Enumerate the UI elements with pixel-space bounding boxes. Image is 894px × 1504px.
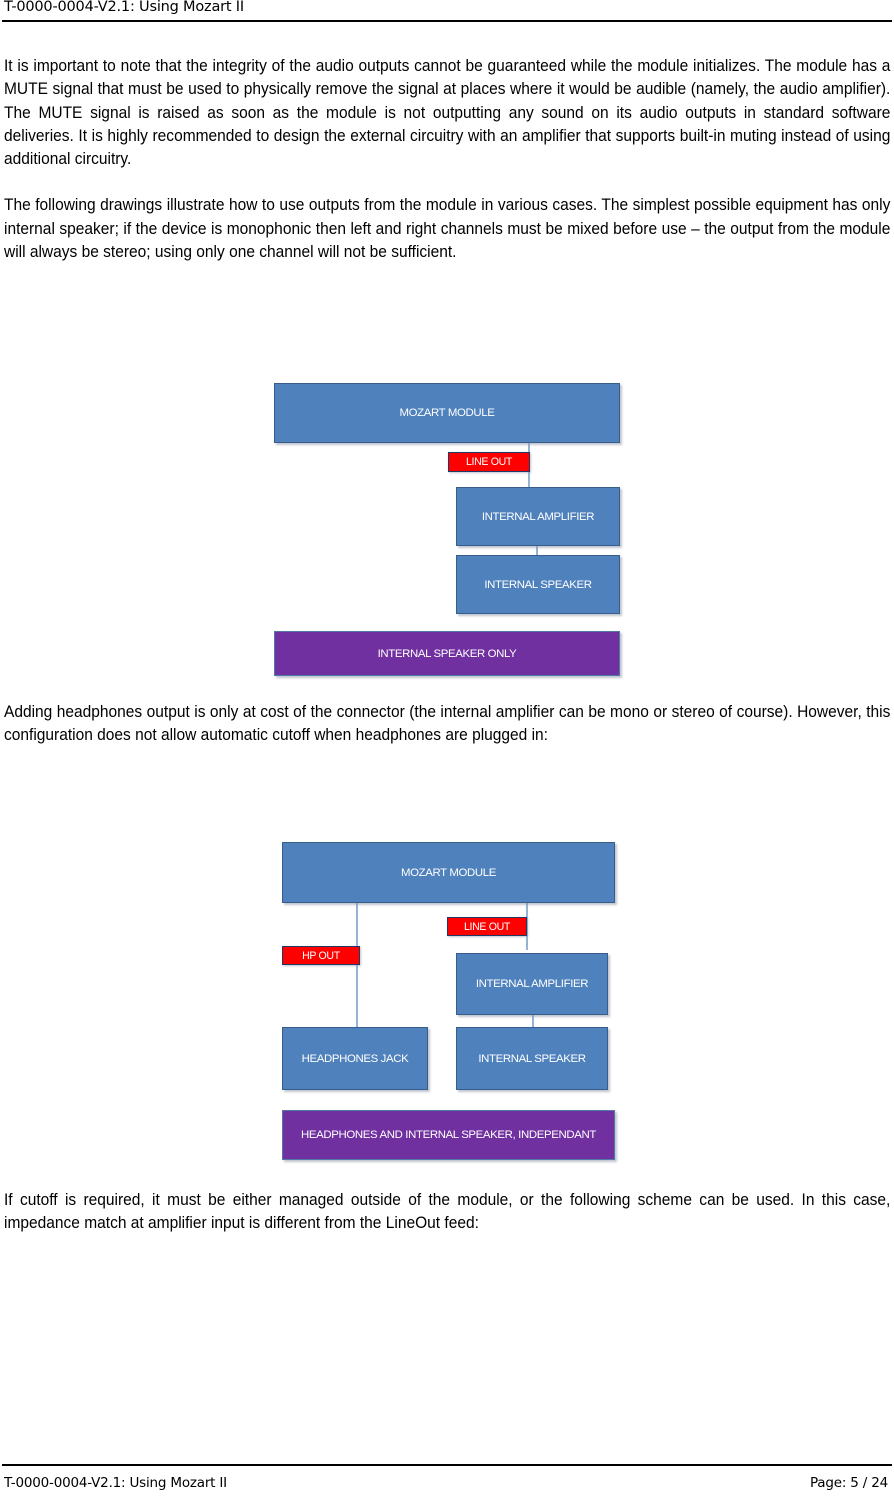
paragraph-headphones-output: Adding headphones output is only at cost… [4, 702, 891, 745]
node-label: INTERNAL SPEAKER [484, 578, 592, 591]
node-internal-speaker-2: INTERNAL SPEAKER [456, 1027, 608, 1090]
node-internal-amplifier: INTERNAL AMPLIFIER [456, 487, 620, 546]
node-label: LINE OUT [463, 920, 511, 933]
footer-divider [2, 1464, 892, 1466]
document-body-bottom: If cutoff is required, it must be either… [4, 1188, 890, 1235]
header-divider [2, 20, 892, 22]
node-label: LINE OUT [465, 456, 513, 468]
paragraph-mute-signal: It is important to note that the integri… [4, 56, 891, 169]
paragraph-drawings-intro: The following drawings illustrate how to… [4, 195, 891, 262]
node-label: INTERNAL SPEAKER [478, 1052, 586, 1065]
connector-module-to-headphones-jack [356, 901, 358, 1029]
node-internal-speaker: INTERNAL SPEAKER [456, 555, 620, 614]
node-label: INTERNAL AMPLIFIER [475, 978, 589, 990]
node-label: INTERNAL AMPLIFIER [481, 510, 595, 523]
node-label: HEADPHONES JACK [301, 1052, 409, 1065]
footer-page-number: Page: 5 / 24 [809, 1475, 888, 1491]
diagram-caption-internal-speaker-only: INTERNAL SPEAKER ONLY [274, 631, 620, 676]
connector-amplifier-to-speaker-2 [532, 1013, 534, 1027]
paragraph-cutoff-required: If cutoff is required, it must be either… [4, 1190, 891, 1233]
node-headphones-jack: HEADPHONES JACK [282, 1027, 428, 1090]
node-line-out-2: LINE OUT [447, 917, 527, 936]
page-footer: T-0000-0004-V2.1: Using Mozart II Page: … [0, 1464, 894, 1504]
node-mozart-module: MOZART MODULE [274, 383, 620, 443]
document-body-middle: Adding headphones output is only at cost… [4, 700, 890, 747]
node-hp-out: HP OUT [282, 946, 360, 965]
node-label: MOZART MODULE [400, 866, 497, 879]
caption-label: HEADPHONES AND INTERNAL SPEAKER, INDEPEN… [301, 1129, 596, 1141]
node-label: HP OUT [302, 949, 340, 962]
header-title: T-0000-0004-V2.1: Using Mozart II [4, 0, 244, 15]
node-label: MOZART MODULE [399, 407, 495, 419]
diagram-caption-headphones-independant: HEADPHONES AND INTERNAL SPEAKER, INDEPEN… [282, 1110, 615, 1160]
node-line-out: LINE OUT [448, 452, 530, 472]
document-body: It is important to note that the integri… [4, 54, 890, 263]
node-internal-amplifier-2: INTERNAL AMPLIFIER [456, 953, 608, 1015]
page-header: T-0000-0004-V2.1: Using Mozart II [0, 0, 894, 22]
node-mozart-module-2: MOZART MODULE [282, 842, 615, 903]
footer-doc-ref: T-0000-0004-V2.1: Using Mozart II [4, 1475, 227, 1491]
caption-label: INTERNAL SPEAKER ONLY [377, 647, 517, 660]
